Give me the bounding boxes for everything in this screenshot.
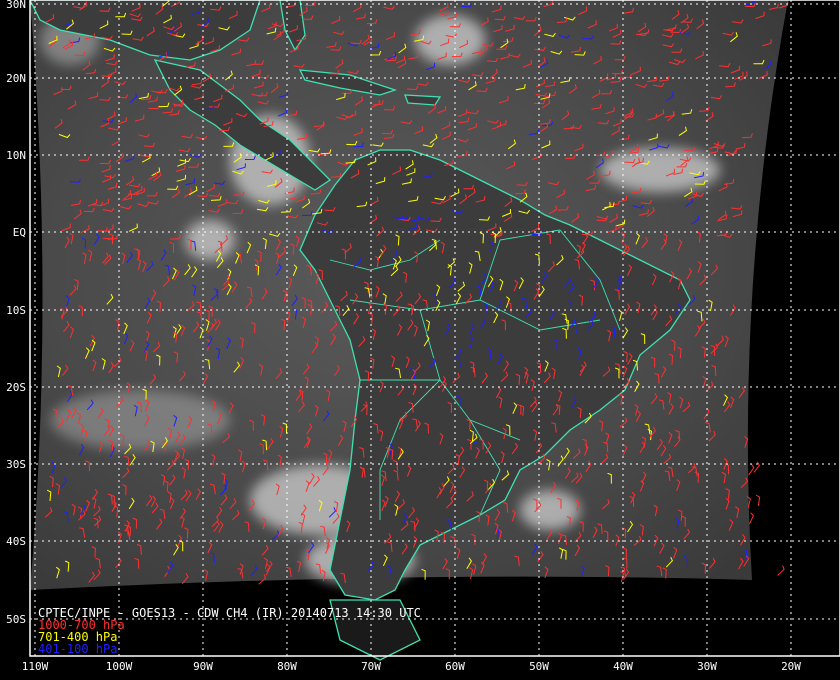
lat-label: 50S bbox=[6, 613, 26, 626]
lon-label: 30W bbox=[697, 660, 717, 673]
lat-label: EQ bbox=[13, 226, 26, 239]
lon-label: 40W bbox=[613, 660, 633, 673]
lat-label: 30N bbox=[6, 0, 26, 11]
lat-label: 10N bbox=[6, 149, 26, 162]
lat-label: 20S bbox=[6, 381, 26, 394]
lat-label: 30S bbox=[6, 458, 26, 471]
hispaniola bbox=[404, 94, 442, 106]
lon-label: 70W bbox=[361, 660, 381, 673]
lon-label: 80W bbox=[277, 660, 297, 673]
satellite-map: 30N 20N 10N EQ 10S 20S 30S 40S 50S 110W 100W 90W 80… bbox=[0, 0, 840, 680]
lat-label: 20N bbox=[6, 72, 26, 85]
legend-high-level: 401-100 hPa bbox=[38, 642, 117, 656]
lon-label: 50W bbox=[529, 660, 549, 673]
lat-label: 40S bbox=[6, 535, 26, 548]
lat-label: 10S bbox=[6, 304, 26, 317]
lon-label: 100W bbox=[106, 660, 133, 673]
lon-label: 20W bbox=[781, 660, 801, 673]
lon-label: 60W bbox=[445, 660, 465, 673]
lon-label: 90W bbox=[193, 660, 213, 673]
lon-label: 110W bbox=[22, 660, 49, 673]
